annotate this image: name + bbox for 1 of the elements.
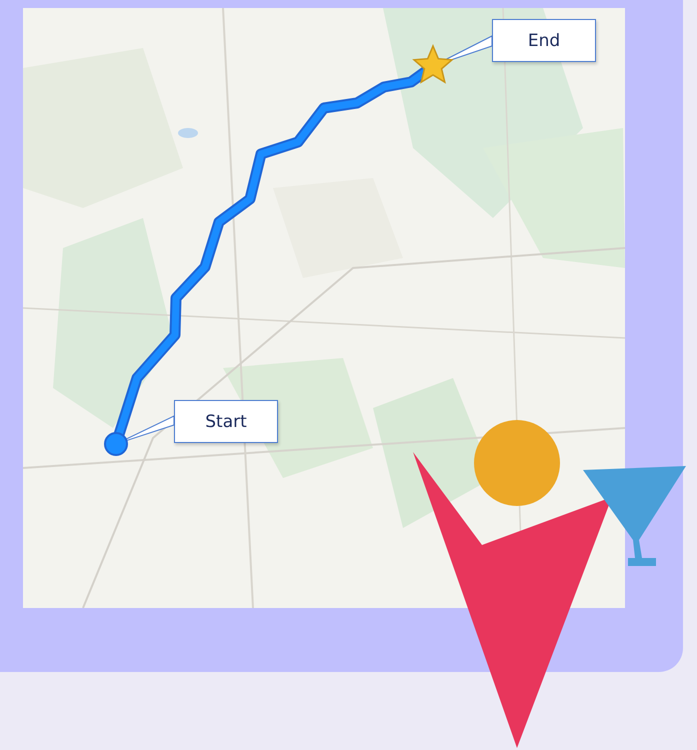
star-icon — [412, 44, 454, 84]
